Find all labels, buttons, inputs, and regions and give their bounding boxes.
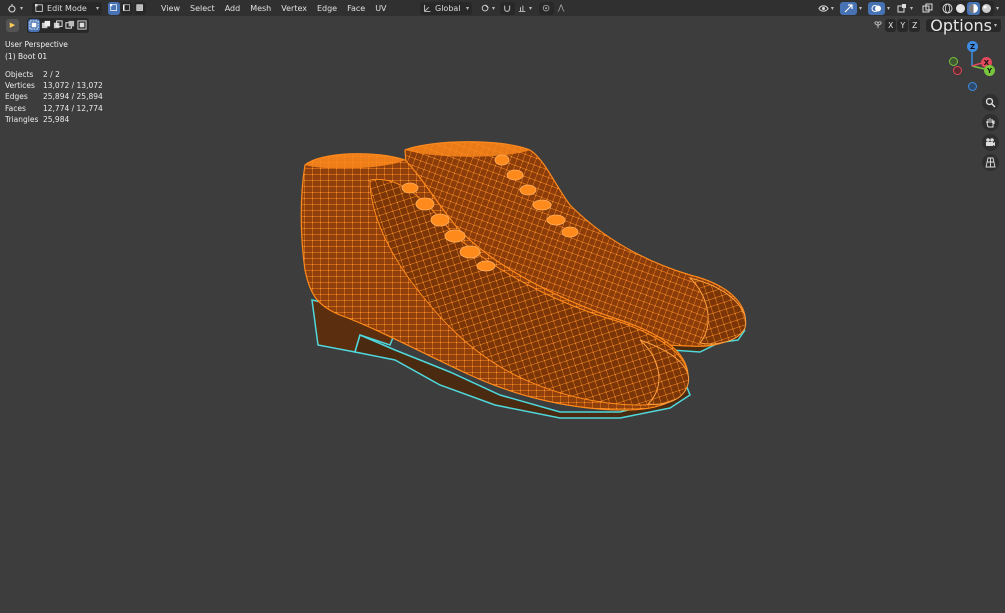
boot-mesh-viewport-render[interactable] bbox=[0, 0, 1005, 613]
3d-viewport[interactable]: ▾ Edit Mode ▾ View Select Add Mesh Verte… bbox=[0, 0, 1005, 613]
